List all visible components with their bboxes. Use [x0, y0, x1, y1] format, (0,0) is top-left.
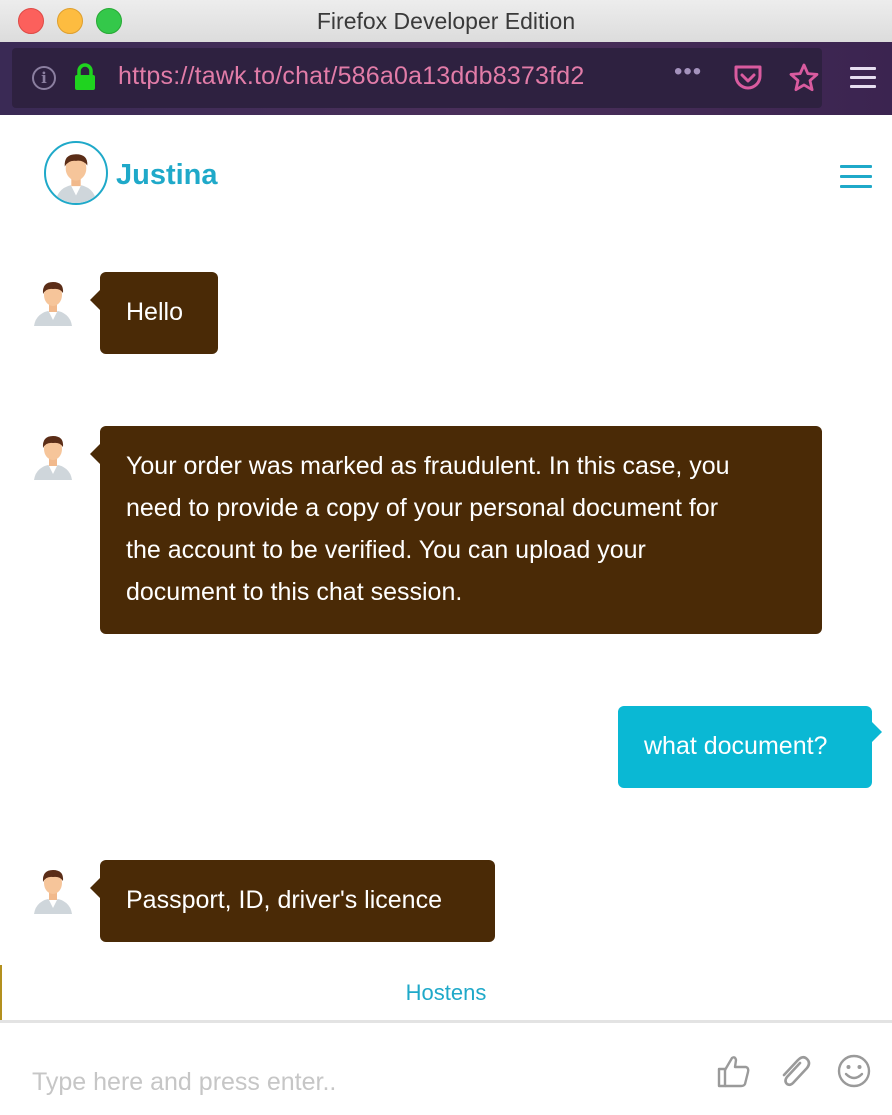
message-line: document to this chat session. — [126, 578, 463, 606]
page-actions-icon[interactable]: ••• — [674, 58, 702, 86]
info-icon[interactable]: i — [32, 66, 56, 90]
window-titlebar: Firefox Developer Edition — [0, 0, 892, 42]
browser-menu-icon[interactable] — [850, 67, 876, 89]
agent-avatar — [44, 141, 108, 205]
paperclip-icon[interactable] — [776, 1053, 812, 1089]
browser-toolbar: i https://tawk.to/chat/586a0a13ddb8373fd… — [0, 42, 892, 115]
message-line: Your order was marked as fraudulent. In … — [126, 452, 730, 480]
bookmark-star-icon[interactable] — [788, 62, 820, 94]
emoji-icon[interactable] — [836, 1053, 872, 1089]
agent-name: Justina — [116, 159, 218, 191]
agent-message-bubble: Your order was marked as fraudulent. In … — [90, 426, 822, 634]
message-text: Passport, ID, driver's licence — [126, 886, 442, 914]
brand-link[interactable]: Hostens — [0, 980, 892, 1006]
person-icon — [55, 154, 97, 203]
visitor-message-bubble: what document? — [618, 706, 882, 788]
message-line: the account to be verified. You can uplo… — [126, 536, 646, 564]
url-text[interactable]: https://tawk.to/chat/586a0a13ddb8373fd2 — [118, 62, 673, 96]
agent-avatar-small — [34, 282, 72, 326]
agent-avatar-small — [34, 870, 72, 914]
message-line: need to provide a copy of your personal … — [126, 494, 719, 522]
message-input[interactable] — [30, 1061, 694, 1103]
agent-message-bubble: Hello — [90, 272, 218, 354]
message-composer — [0, 1020, 892, 1115]
chat-header: Justina — [0, 115, 892, 233]
agent-avatar-small — [34, 436, 72, 480]
lock-icon[interactable] — [72, 62, 98, 92]
agent-message-bubble: Passport, ID, driver's licence — [90, 860, 495, 942]
window-title: Firefox Developer Edition — [316, 8, 576, 34]
message-text: Hello — [126, 298, 183, 326]
pocket-icon[interactable] — [732, 62, 764, 94]
message-text: what document? — [644, 732, 828, 760]
chat-menu-icon[interactable] — [840, 165, 872, 189]
thumbs-up-icon[interactable] — [716, 1053, 752, 1089]
address-bar[interactable]: i https://tawk.to/chat/586a0a13ddb8373fd… — [12, 48, 822, 108]
